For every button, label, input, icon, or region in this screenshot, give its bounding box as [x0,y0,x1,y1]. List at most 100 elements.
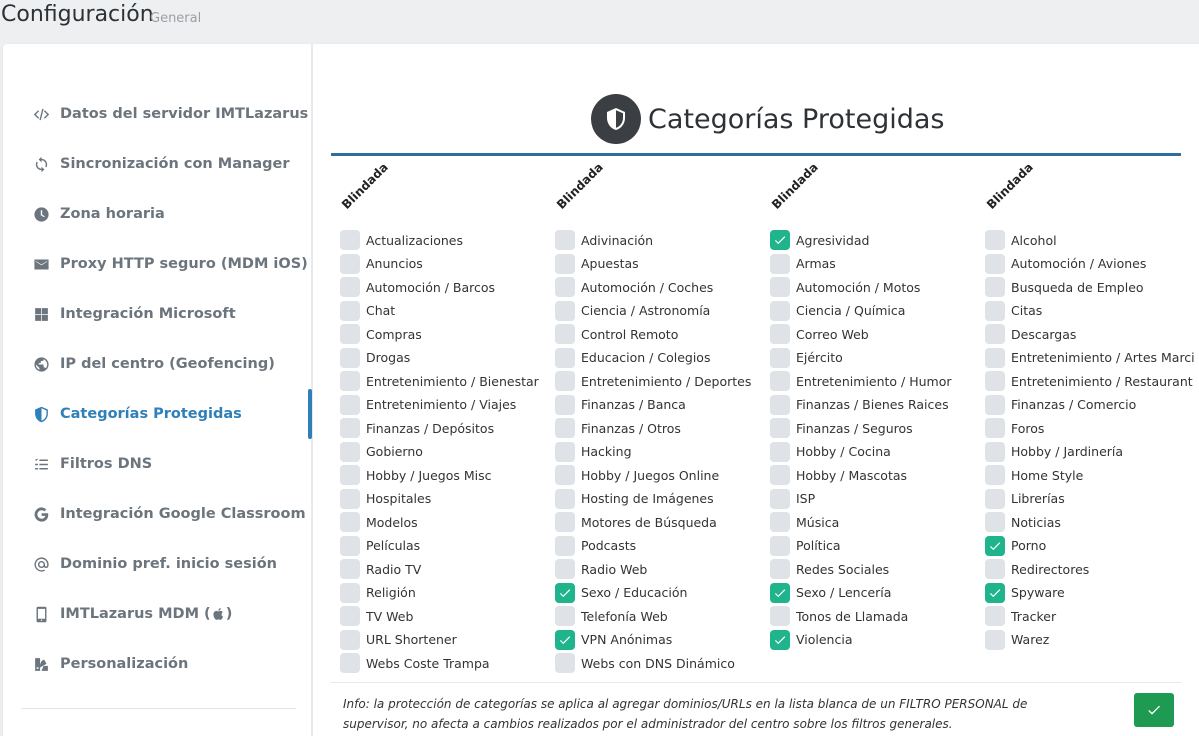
category-checkbox[interactable] [340,394,360,415]
category-checkbox[interactable] [340,253,360,274]
category-checkbox[interactable] [985,347,1005,368]
category-checkbox[interactable] [555,582,575,603]
category-checkbox[interactable] [770,559,790,579]
category-checkbox[interactable] [340,324,360,344]
category-label: Librerías [1011,491,1065,506]
page-header: Configuración General [0,0,1199,40]
sidebar-item-microsoft[interactable]: Integración Microsoft [21,289,311,339]
category-checkbox[interactable] [770,512,790,532]
sidebar-item-dns-filters[interactable]: Filtros DNS [21,439,311,489]
category-checkbox[interactable] [555,559,575,579]
category-checkbox[interactable] [985,230,1005,250]
category-checkbox[interactable] [340,465,360,485]
category-label: Hobby / Jardinería [1011,444,1124,459]
category-checkbox[interactable] [985,253,1005,274]
sidebar-divider [21,708,296,709]
sidebar-item-login-domain[interactable]: Dominio pref. inicio sesión [21,539,311,589]
category-checkbox[interactable] [555,606,575,626]
category-checkbox[interactable] [555,371,575,391]
category-checkbox[interactable] [985,441,1005,462]
category-checkbox[interactable] [770,230,790,250]
category-checkbox[interactable] [555,394,575,415]
category-checkbox[interactable] [770,324,790,344]
category-checkbox[interactable] [770,535,790,556]
sidebar-item-customization[interactable]: Personalización [21,639,311,689]
category-checkbox[interactable] [770,371,790,391]
category-checkbox[interactable] [555,441,575,462]
sidebar-item-protected-categories[interactable]: Categorías Protegidas [21,389,311,439]
category-checkbox[interactable] [340,629,360,650]
category-checkbox[interactable] [770,465,790,485]
category-checkbox[interactable] [985,535,1005,556]
category-checkbox[interactable] [340,441,360,462]
category-checkbox[interactable] [770,582,790,603]
category-checkbox[interactable] [770,418,790,438]
category-checkbox[interactable] [770,629,790,650]
category-checkbox[interactable] [555,465,575,485]
category-checkbox[interactable] [985,418,1005,438]
category-checkbox[interactable] [555,535,575,556]
category-checkbox[interactable] [555,629,575,650]
category-checkbox[interactable] [555,253,575,274]
category-checkbox[interactable] [340,653,360,673]
category-checkbox[interactable] [985,629,1005,650]
sidebar-item-sync[interactable]: Sincronización con Manager [21,139,311,189]
category-checkbox[interactable] [340,371,360,391]
save-button[interactable] [1134,693,1174,727]
category-checkbox[interactable] [770,488,790,509]
page-title: Configuración [1,2,154,27]
category-checkbox[interactable] [555,488,575,509]
category-checkbox[interactable] [770,347,790,368]
category-label: Finanzas / Comercio [1011,397,1137,412]
category-row: Política [770,535,841,557]
category-checkbox[interactable] [985,394,1005,415]
category-label: Citas [1011,303,1043,318]
category-checkbox[interactable] [985,465,1005,485]
sidebar-item-mdm[interactable]: IMTLazarus MDM ( ) [21,589,311,639]
category-checkbox[interactable] [985,300,1005,321]
category-checkbox[interactable] [770,394,790,415]
category-checkbox[interactable] [340,582,360,603]
sidebar-item-server-data[interactable]: Datos del servidor IMTLazarus [21,89,311,139]
category-checkbox[interactable] [555,300,575,321]
category-checkbox[interactable] [340,488,360,509]
category-checkbox[interactable] [555,347,575,368]
category-checkbox[interactable] [555,324,575,344]
category-checkbox[interactable] [340,230,360,250]
column-header: Blindada [339,160,391,212]
category-checkbox[interactable] [555,230,575,250]
category-checkbox[interactable] [555,418,575,438]
at-icon [31,554,51,574]
sidebar-item-geofencing[interactable]: IP del centro (Geofencing) [21,339,311,389]
category-checkbox[interactable] [985,324,1005,344]
category-checkbox[interactable] [340,277,360,297]
category-label: Armas [796,256,836,271]
category-checkbox[interactable] [340,300,360,321]
category-checkbox[interactable] [770,606,790,626]
category-checkbox[interactable] [340,418,360,438]
category-checkbox[interactable] [985,582,1005,603]
category-checkbox[interactable] [770,253,790,274]
category-checkbox[interactable] [340,347,360,368]
category-checkbox[interactable] [770,300,790,321]
category-checkbox[interactable] [340,559,360,579]
sidebar-item-timezone[interactable]: Zona horaria [21,189,311,239]
category-checkbox[interactable] [340,512,360,532]
category-checkbox[interactable] [555,277,575,297]
category-checkbox[interactable] [985,371,1005,391]
category-checkbox[interactable] [770,441,790,462]
category-checkbox[interactable] [555,512,575,532]
sidebar-item-google-classroom[interactable]: Integración Google Classroom [21,489,311,539]
category-checkbox[interactable] [340,535,360,556]
category-checkbox[interactable] [985,512,1005,532]
category-checkbox[interactable] [985,559,1005,579]
category-checkbox[interactable] [770,277,790,297]
category-checkbox[interactable] [985,606,1005,626]
category-checkbox[interactable] [985,277,1005,297]
category-checkbox[interactable] [555,653,575,673]
sidebar-item-proxy[interactable]: Proxy HTTP seguro (MDM iOS) [21,239,311,289]
category-checkbox[interactable] [340,606,360,626]
category-checkbox[interactable] [985,488,1005,509]
category-label: Tonos de Llamada [796,608,909,624]
category-label: Hospitales [366,491,432,506]
